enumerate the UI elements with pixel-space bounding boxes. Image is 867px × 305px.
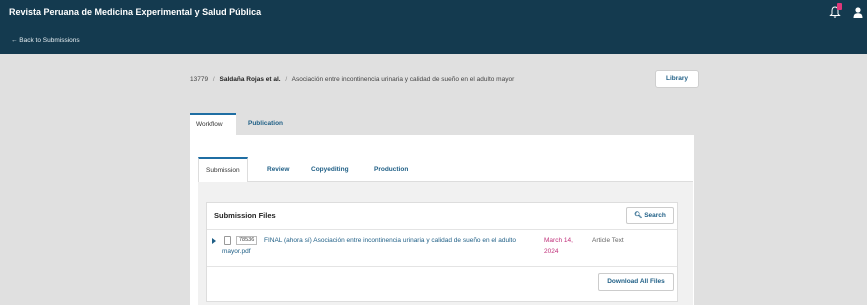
back-to-submissions-link[interactable]: ← Back to Submissions bbox=[11, 37, 80, 44]
submission-id: 13779 bbox=[190, 76, 209, 83]
tab-copyediting[interactable]: Copyediting bbox=[304, 157, 356, 182]
files-header-divider bbox=[207, 229, 677, 230]
download-all-files-button[interactable]: Download All Files bbox=[598, 273, 674, 291]
tab-production[interactable]: Production bbox=[367, 157, 415, 182]
journal-title[interactable]: Revista Peruana de Medicina Experimental… bbox=[9, 7, 261, 17]
file-icon bbox=[224, 236, 231, 245]
files-footer-divider bbox=[207, 266, 677, 267]
submission-authors: Saldaña Rojas et al. bbox=[219, 76, 281, 83]
expand-row-icon[interactable] bbox=[212, 238, 216, 244]
file-id-badge: 78536 bbox=[236, 236, 258, 245]
submission-files-title: Submission Files bbox=[214, 211, 276, 220]
file-type: Article Text bbox=[592, 237, 624, 244]
tab-review[interactable]: Review bbox=[260, 157, 296, 182]
user-icon[interactable] bbox=[853, 7, 863, 18]
breadcrumb-separator: / bbox=[212, 76, 215, 83]
file-name-link[interactable]: FINAL (ahora sí) Asociación entre incont… bbox=[222, 235, 534, 257]
tab-publication[interactable]: Publication bbox=[242, 113, 289, 135]
top-header-bar: Revista Peruana de Medicina Experimental… bbox=[0, 0, 867, 54]
file-date: March 14, 2024 bbox=[544, 237, 573, 255]
search-button-label: Search bbox=[644, 212, 666, 219]
breadcrumb: 13779 / Saldaña Rojas et al. / Asociació… bbox=[190, 76, 514, 83]
library-button[interactable]: Library bbox=[655, 70, 699, 88]
tab-workflow[interactable]: Workflow bbox=[190, 113, 236, 135]
submission-title: Asociación entre incontinencia urinaria … bbox=[291, 76, 515, 83]
notification-badge bbox=[837, 3, 842, 10]
search-files-button[interactable]: 🔍︎ Search bbox=[626, 207, 674, 224]
tab-submission[interactable]: Submission bbox=[198, 157, 248, 182]
breadcrumb-separator: / bbox=[285, 76, 288, 83]
search-icon: 🔍︎ bbox=[634, 212, 643, 219]
